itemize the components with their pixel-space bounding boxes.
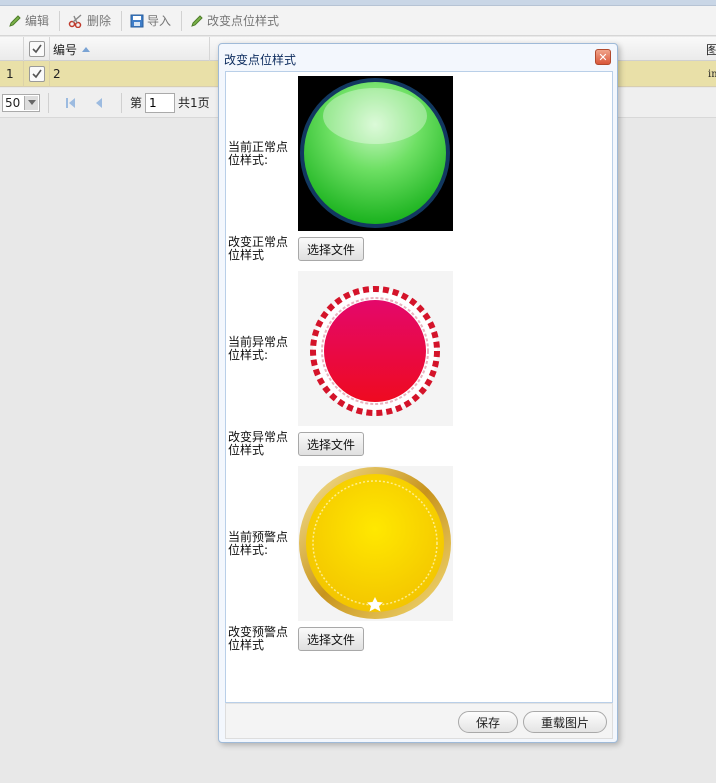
rownum-header bbox=[0, 37, 24, 61]
pencil-icon bbox=[9, 14, 21, 27]
change-style-label: 改变点位样式 bbox=[207, 14, 280, 28]
warning-change-row: 改变预警点位样式 选择文件 bbox=[228, 626, 608, 652]
warning-change-label: 改变预警点位样式 bbox=[228, 625, 289, 652]
close-icon[interactable]: ✕ bbox=[595, 49, 611, 65]
choose-file-button-normal[interactable]: 选择文件 bbox=[298, 237, 365, 261]
change-style-dialog: 改变点位样式 ✕ 当前正常点位样式: 改变正常点位样式 选择文件 当前异常点位样… bbox=[218, 43, 618, 743]
toolbar-separator bbox=[59, 10, 61, 31]
page-total: 共1页 bbox=[178, 96, 210, 110]
abnormal-change-label: 改变异常点位样式 bbox=[228, 430, 289, 457]
first-page-icon[interactable] bbox=[63, 95, 79, 111]
page-number-input[interactable] bbox=[145, 92, 176, 113]
column-header-label: 编号 bbox=[53, 42, 78, 57]
normal-style-image bbox=[298, 76, 453, 231]
check-icon bbox=[31, 69, 42, 79]
toolbar-separator bbox=[181, 10, 183, 31]
abnormal-current-row: 当前异常点位样式: bbox=[228, 271, 608, 426]
row-id-cell: 2 bbox=[53, 67, 61, 81]
red-circle-icon bbox=[310, 286, 440, 416]
row-image-cell: im bbox=[708, 68, 716, 80]
normal-current-row: 当前正常点位样式: bbox=[228, 76, 608, 231]
toolbar: 编辑 删除 导入 改变点位样式 bbox=[0, 6, 716, 36]
floppy-disk-icon bbox=[130, 14, 144, 27]
page-prefix: 第 bbox=[130, 96, 143, 110]
chevron-down-icon bbox=[24, 95, 38, 110]
dialog-footer: 保存 重载图片 bbox=[225, 703, 613, 739]
warning-current-label: 当前预警点位样式: bbox=[228, 529, 289, 557]
abnormal-change-row: 改变异常点位样式 选择文件 bbox=[228, 431, 608, 457]
page-size-select[interactable]: 50 bbox=[2, 93, 40, 112]
green-circle-icon bbox=[300, 78, 450, 228]
edit-label: 编辑 bbox=[25, 14, 50, 28]
choose-file-button-abnormal[interactable]: 选择文件 bbox=[298, 432, 365, 456]
previous-page-icon[interactable] bbox=[91, 95, 107, 111]
edit-button[interactable]: 编辑 bbox=[4, 10, 53, 32]
check-icon bbox=[31, 44, 42, 54]
warning-current-row: 当前预警点位样式: bbox=[228, 466, 608, 621]
yellow-circle-icon bbox=[299, 467, 451, 619]
scissors-icon bbox=[68, 13, 82, 28]
normal-change-label: 改变正常点位样式 bbox=[228, 235, 289, 262]
save-button[interactable]: 保存 bbox=[458, 711, 518, 733]
toolbar-separator bbox=[121, 10, 123, 31]
warning-style-image bbox=[298, 466, 453, 621]
import-label: 导入 bbox=[147, 14, 172, 28]
import-button[interactable]: 导入 bbox=[126, 10, 175, 32]
delete-label: 删除 bbox=[87, 14, 112, 28]
column-header-image[interactable]: 图 bbox=[704, 37, 716, 61]
row-checkbox[interactable] bbox=[24, 61, 50, 87]
pager-separator bbox=[121, 92, 122, 113]
abnormal-style-image bbox=[298, 271, 453, 426]
delete-button[interactable]: 删除 bbox=[64, 10, 115, 32]
row-number: 1 bbox=[0, 61, 24, 87]
choose-file-button-warning[interactable]: 选择文件 bbox=[298, 627, 365, 651]
reload-image-button[interactable]: 重载图片 bbox=[523, 711, 607, 733]
normal-current-label: 当前正常点位样式: bbox=[228, 139, 289, 167]
column-header-label: 图 bbox=[706, 42, 716, 57]
page-size-value: 50 bbox=[5, 95, 21, 110]
sort-ascending-icon bbox=[82, 47, 91, 52]
normal-change-row: 改变正常点位样式 选择文件 bbox=[228, 236, 608, 262]
change-style-button[interactable]: 改变点位样式 bbox=[186, 10, 283, 32]
abnormal-current-label: 当前异常点位样式: bbox=[228, 334, 289, 362]
select-all-checkbox[interactable] bbox=[24, 37, 50, 61]
column-header-id[interactable]: 编号 bbox=[50, 37, 210, 61]
pencil-icon bbox=[191, 14, 203, 27]
pager-separator bbox=[48, 92, 49, 113]
dialog-body: 当前正常点位样式: 改变正常点位样式 选择文件 当前异常点位样式: 改变异常点位… bbox=[225, 71, 613, 703]
dialog-title: 改变点位样式 bbox=[224, 53, 297, 67]
